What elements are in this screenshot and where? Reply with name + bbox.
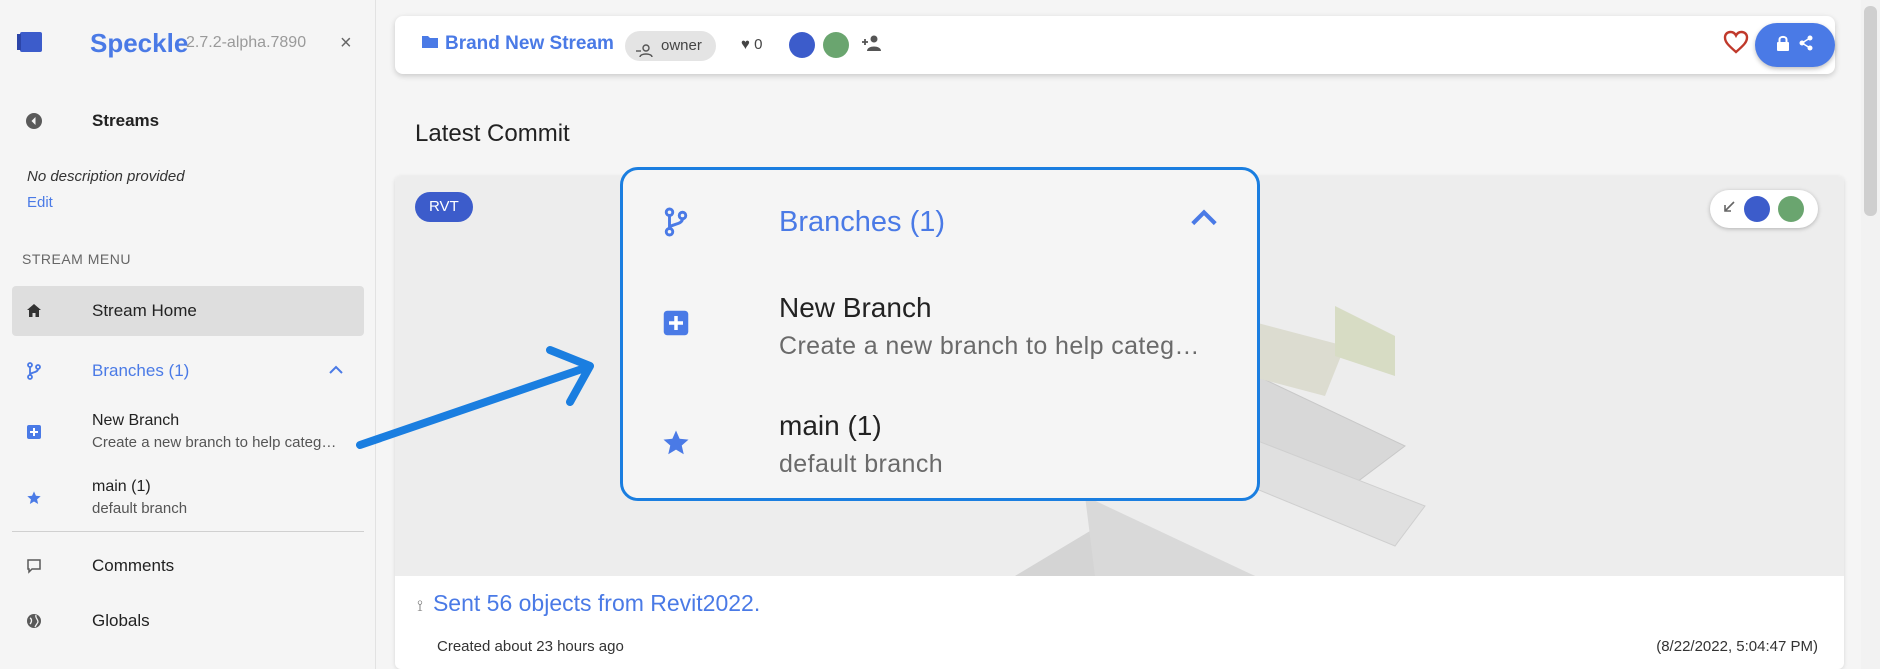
folder-icon	[421, 34, 439, 54]
stream-menu-heading: STREAM MENU	[22, 251, 131, 267]
viewer-controls[interactable]	[1710, 190, 1818, 228]
back-arrow-icon	[24, 111, 44, 131]
scrollbar[interactable]	[1861, 0, 1880, 669]
brand-row: Speckle 2.7.2-alpha.7890 ×	[0, 20, 376, 68]
nav-globals-label: Globals	[92, 611, 150, 630]
collaborators-icon	[635, 39, 653, 69]
nav-comments[interactable]: Comments	[12, 541, 364, 591]
like-count-value: 0	[754, 36, 763, 53]
app-version: 2.7.2-alpha.7890	[186, 34, 307, 51]
role-label: owner	[661, 37, 702, 54]
avatar[interactable]	[789, 32, 815, 58]
commit-icon: ⟟	[417, 598, 423, 615]
callout-new-branch[interactable]: New Branch Create a new branch to help c…	[623, 280, 1257, 380]
new-branch-desc: Create a new branch to help categ…	[92, 434, 337, 451]
main-branch-title: main (1)	[92, 478, 151, 495]
stream-title[interactable]: Brand New Stream	[445, 33, 614, 55]
nav-streams[interactable]: Streams	[12, 96, 364, 146]
nav-streams-label: Streams	[92, 111, 160, 130]
heart-small-icon: ♥	[741, 36, 750, 53]
scroll-thumb[interactable]	[1864, 6, 1877, 216]
branch-item-main[interactable]: main (1) default branch	[12, 472, 364, 526]
sidebar: Speckle 2.7.2-alpha.7890 × Streams No de…	[0, 0, 376, 669]
edit-description-link[interactable]: Edit	[27, 194, 53, 211]
callout-main-branch[interactable]: main (1) default branch	[623, 398, 1257, 498]
globe-icon	[24, 611, 44, 631]
avatar[interactable]	[1744, 196, 1770, 222]
new-branch-title: New Branch	[92, 412, 180, 429]
lock-icon	[1776, 35, 1790, 56]
collapse-arrow-icon[interactable]	[1722, 200, 1736, 219]
commit-message-link[interactable]: ⟟ Sent 56 objects from Revit2022.	[417, 590, 760, 617]
share-button[interactable]	[1755, 23, 1835, 67]
chevron-up-icon[interactable]	[328, 362, 344, 380]
commit-message: Sent 56 objects from Revit2022.	[432, 590, 761, 616]
source-badge: RVT	[415, 192, 473, 222]
plus-box-icon	[661, 308, 691, 338]
stream-description: No description provided	[27, 168, 185, 185]
branch-icon	[24, 361, 44, 381]
star-icon	[24, 488, 44, 508]
role-chip[interactable]: owner	[625, 31, 716, 61]
callout-main-desc: default branch	[779, 450, 944, 478]
app-name: Speckle	[90, 28, 189, 58]
branch-item-new[interactable]: New Branch Create a new branch to help c…	[12, 406, 364, 460]
nav-stream-home-label: Stream Home	[92, 301, 197, 320]
nav-branches-label: Branches (1)	[92, 361, 190, 380]
stream-toolbar: Brand New Stream owner ♥ 0	[395, 16, 1835, 74]
avatar[interactable]	[823, 32, 849, 58]
main-branch-desc: default branch	[92, 500, 188, 517]
home-icon	[24, 301, 44, 321]
nav-globals[interactable]: Globals	[12, 596, 364, 646]
chevron-up-icon[interactable]	[1189, 208, 1219, 233]
zoom-callout: Branches (1) New Branch Create a new bra…	[620, 167, 1260, 501]
commit-created: Created about 23 hours ago	[437, 638, 624, 655]
annotation-arrow	[356, 346, 594, 449]
callout-branches-label: Branches (1)	[779, 206, 946, 238]
callout-new-branch-title: New Branch	[779, 292, 932, 323]
add-collaborator-icon[interactable]	[861, 34, 883, 57]
avatar[interactable]	[1778, 196, 1804, 222]
comment-icon	[24, 556, 44, 576]
callout-branches-row[interactable]: Branches (1)	[623, 190, 1257, 254]
callout-new-branch-desc: Create a new branch to help categ…	[779, 332, 1200, 360]
nav-stream-home[interactable]: Stream Home	[12, 286, 364, 336]
branch-icon	[661, 207, 691, 237]
favorite-heart-icon[interactable]	[1723, 30, 1749, 59]
commit-date: (8/22/2022, 5:04:47 PM)	[1656, 638, 1818, 655]
close-icon[interactable]: ×	[340, 32, 352, 55]
callout-main-title: main (1)	[779, 410, 882, 441]
star-icon	[661, 428, 691, 458]
nav-branches[interactable]: Branches (1)	[12, 346, 364, 396]
latest-commit-heading: Latest Commit	[415, 120, 570, 147]
sidebar-divider	[12, 531, 364, 532]
share-icon	[1798, 35, 1814, 56]
plus-box-icon	[24, 422, 44, 442]
like-count: ♥ 0	[741, 36, 762, 53]
nav-comments-label: Comments	[92, 556, 175, 575]
speckle-logo	[17, 32, 42, 52]
